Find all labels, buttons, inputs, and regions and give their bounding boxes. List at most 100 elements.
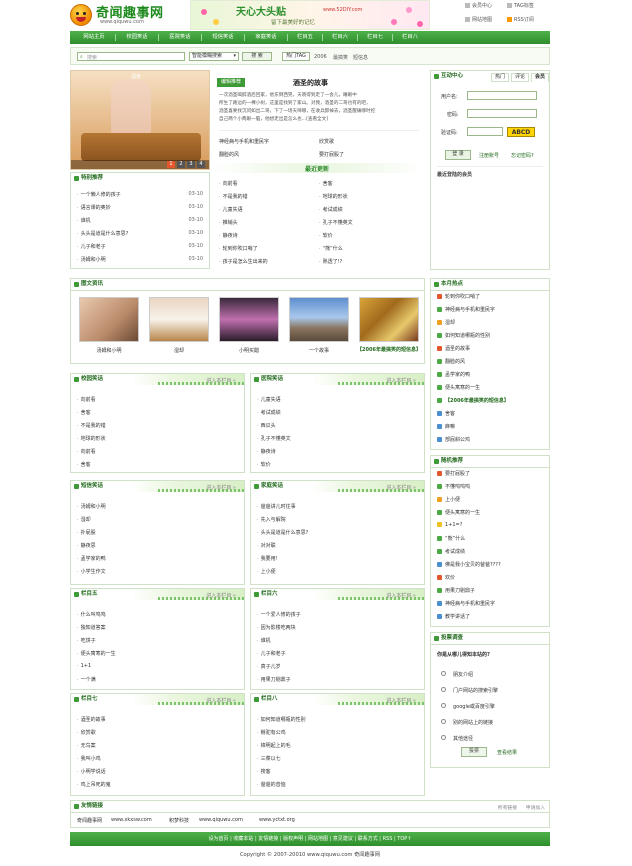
photo-caption[interactable]: 一个故事 (284, 347, 354, 354)
cat-item[interactable]: 便头寓寒的一生 (77, 650, 116, 657)
search-type-select[interactable]: 智能模糊搜索 ▾ (189, 52, 239, 61)
hot-item[interactable]: 【2006年最搞笑的短信息】 (437, 397, 509, 404)
random-item[interactable]: 1+1=? (437, 522, 462, 528)
footer-nav[interactable]: 设为首页 | 收藏本站 | 友情链接 | 版权声明 | 网站地图 | 意见建议 … (70, 832, 550, 846)
captcha-image[interactable]: ABCD (507, 127, 535, 137)
cat-more-link[interactable]: 进入本栏目 » (386, 484, 416, 491)
cat-item[interactable]: 用果刀剔鼎子 (257, 676, 291, 683)
sitemap-link[interactable]: 网站地图 (465, 16, 492, 23)
photo-thumb[interactable] (359, 297, 419, 342)
special-item[interactable]: 汤姆和小明 (77, 256, 106, 263)
cat-item[interactable]: 湿却 (77, 516, 91, 523)
hot-item[interactable]: 酒圣的故事 (437, 345, 470, 352)
photo-caption[interactable]: 小明买醋 (214, 347, 284, 354)
random-item[interactable]: 考试成绩 (437, 548, 465, 555)
cat-item[interactable]: 独知道答案 (77, 624, 106, 631)
tab-hot[interactable]: 热门 (491, 73, 509, 82)
random-item[interactable]: 欢价 (437, 574, 455, 581)
special-item[interactable]: 语言课的奥妙 (77, 204, 111, 211)
cat-item[interactable]: 一个满 (77, 676, 96, 683)
nav-col5[interactable]: 栏目五 (290, 31, 320, 44)
slideshow[interactable]: 湿身 1 2 3 4 (70, 70, 210, 170)
hot-item[interactable]: 便头寓寒的一生 (437, 384, 480, 391)
cat-item[interactable]: 上小便 (257, 568, 276, 575)
cat-item[interactable]: 孔子不懂英文 (257, 435, 291, 442)
cat-item[interactable]: 搜客 (257, 768, 271, 775)
photo-thumb[interactable] (289, 297, 349, 342)
friend-link[interactable]: www.yctxt.org (259, 817, 295, 823)
hot-item[interactable]: 如何知道哪瓶的性别 (437, 332, 490, 339)
photo-thumb[interactable] (79, 297, 139, 342)
nav-family[interactable]: 家庭笑话 (247, 31, 285, 44)
poll-option-radio[interactable] (441, 671, 446, 676)
cat-item[interactable]: 我叫小鸡 (77, 755, 101, 762)
hot-item[interactable]: 神经病与手机和重民字 (437, 306, 495, 313)
hot-item[interactable]: 翻脸的风 (437, 358, 465, 365)
cat-item[interactable]: 掰驼有公鸡 (257, 729, 286, 736)
latest-item[interactable]: 推销头 (219, 219, 238, 226)
random-item[interactable]: 教学讲话了 (437, 613, 470, 620)
cat-item[interactable]: 舍客 (77, 461, 91, 468)
cat-item[interactable]: 如何知道哪瓶的性别 (257, 716, 306, 723)
cat-item[interactable]: 汤姆和小明 (77, 503, 106, 510)
slide-page-2[interactable]: 2 (177, 161, 185, 168)
cat-more-link[interactable]: 进入本栏目 » (386, 697, 416, 704)
cat-item[interactable]: 吃饼子 (77, 637, 96, 644)
latest-item[interactable]: 软价 (319, 232, 333, 239)
cat-item[interactable]: 小明学说话 (77, 768, 106, 775)
all-links-link[interactable]: 所有链接 (498, 804, 517, 811)
photo-caption[interactable]: 汤姆和小明 (74, 347, 144, 354)
featured-link[interactable]: 翻脸的风 (219, 151, 239, 158)
latest-item[interactable]: 地球的形状 (319, 193, 348, 200)
slide-page-3[interactable]: 3 (187, 161, 195, 168)
hot-item[interactable]: 孟学家的鸭 (437, 371, 470, 378)
latest-item[interactable]: 熟透了!? (319, 258, 343, 265)
cat-item[interactable]: 舍客 (77, 409, 91, 416)
latest-item[interactable]: 考试成绩 (319, 206, 343, 213)
friend-link[interactable]: 积梦科技 (169, 817, 189, 824)
random-item[interactable]: 佛是我小宝贝的爸爸???? (437, 561, 501, 568)
cat-item[interactable]: 酒圣的故事 (77, 716, 106, 723)
cat-item[interactable]: 孟学家的鸭 (77, 555, 106, 562)
tab-member[interactable]: 会员 (531, 73, 549, 82)
site-logo[interactable]: 奇闻趣事网 www.qiquwu.com (70, 2, 180, 28)
cat-item[interactable]: 1+1 (77, 663, 92, 669)
featured-link[interactable]: 欣赏歌 (319, 138, 334, 145)
nav-home[interactable]: 网站主页 (75, 31, 113, 44)
latest-item[interactable]: 不是我的错 (219, 193, 248, 200)
latest-item[interactable]: 轮到你吹口哨了 (219, 245, 258, 252)
tag-2006[interactable]: 2006 (314, 54, 327, 60)
cat-item[interactable]: 三菜以七 (257, 755, 281, 762)
nav-col7[interactable]: 栏目七 (360, 31, 390, 44)
cat-item[interactable]: 小学生作文 (77, 568, 106, 575)
latest-item[interactable]: “熊”什么 (319, 245, 343, 252)
password-input[interactable] (467, 109, 537, 118)
nav-sms[interactable]: 短信笑话 (204, 31, 242, 44)
hot-item[interactable]: 轮到你吹口哨了 (437, 293, 480, 300)
random-item[interactable]: 不懂呜呜呜 (437, 483, 470, 490)
photo-caption[interactable]: 湿却 (144, 347, 214, 354)
hot-item[interactable]: 麻嘛 (437, 423, 455, 430)
latest-item[interactable]: 向前看 (219, 180, 238, 187)
cat-item[interactable]: 静夜诗 (257, 448, 276, 455)
friend-link[interactable]: www.qiquwu.com (199, 817, 243, 823)
tag-funniest[interactable]: 最搞笑 (333, 54, 348, 61)
nav-col8[interactable]: 栏目八 (395, 31, 425, 44)
captcha-input[interactable] (467, 127, 503, 136)
featured-link[interactable]: 神经病与手机和重民字 (219, 138, 269, 145)
cat-item[interactable]: 无鸟案 (77, 742, 96, 749)
featured-title[interactable]: 酒圣的故事 (293, 78, 328, 88)
random-item[interactable]: 用果刀剔鼎子 (437, 587, 475, 594)
cat-item[interactable]: 我要用! (257, 555, 278, 562)
rss-link[interactable]: RSS订阅 (507, 16, 534, 23)
photo-caption[interactable]: 【2006年最搞笑的短信息】 (354, 347, 424, 353)
cat-item[interactable]: 先入与解院 (257, 516, 286, 523)
cat-item[interactable]: 爸爸讲儿时往事 (257, 503, 296, 510)
friend-link[interactable]: 奇闻趣事网 (77, 817, 102, 824)
friend-link[interactable]: www.xkxsw.com (111, 817, 152, 823)
vote-button[interactable]: 投票 (461, 747, 487, 757)
photo-thumb[interactable] (219, 297, 279, 342)
nav-hospital[interactable]: 医院笑话 (161, 31, 199, 44)
cat-more-link[interactable]: 进入本栏目 » (386, 377, 416, 384)
random-item[interactable]: “熊”什么 (437, 535, 465, 542)
